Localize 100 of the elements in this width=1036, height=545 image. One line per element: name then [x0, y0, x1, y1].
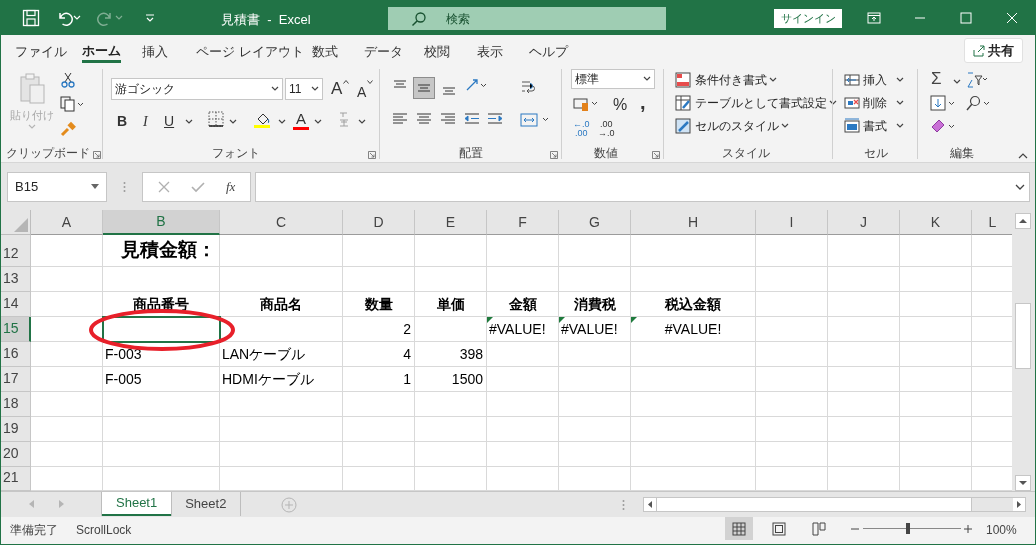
row-header[interactable]: 12 [1, 235, 31, 267]
column-header[interactable]: G [559, 210, 631, 235]
ribbon-tab[interactable]: ファイル [15, 41, 67, 63]
caret-icon[interactable] [311, 86, 319, 92]
increase-indent-icon[interactable] [487, 112, 503, 126]
borders-icon[interactable] [208, 111, 224, 127]
column-header[interactable]: F [487, 210, 559, 235]
dialog-launcher-icon[interactable] [93, 151, 101, 159]
ribbon-tab[interactable]: ヘルプ [529, 41, 568, 63]
scroll-thumb[interactable] [1015, 303, 1032, 369]
ribbon-tab[interactable]: 校閲 [424, 41, 450, 63]
font-size-dropdown[interactable]: 11 [285, 78, 323, 100]
cut-icon[interactable] [61, 72, 75, 88]
ribbon-display-icon[interactable] [867, 12, 881, 24]
ribbon-tab[interactable]: ページ レイアウト [196, 41, 304, 63]
close-icon[interactable] [1006, 12, 1018, 24]
center-align-icon[interactable] [416, 112, 432, 126]
sheet-tab[interactable]: Sheet2 [171, 492, 242, 516]
style-menu-button[interactable]: テーブルとして書式設定 [675, 94, 837, 112]
column-header[interactable]: A [31, 210, 103, 235]
scroll-left-icon[interactable] [644, 498, 656, 511]
percent-button[interactable]: % [613, 96, 628, 114]
column-header[interactable]: J [828, 210, 900, 235]
row-header[interactable]: 21 [1, 467, 31, 491]
name-box[interactable]: B15 [7, 171, 107, 202]
column-header[interactable]: D [343, 210, 415, 235]
caret-icon[interactable] [358, 119, 366, 125]
underline-button[interactable]: U [164, 111, 175, 132]
increase-font-button[interactable]: A [331, 79, 343, 99]
style-menu-button[interactable]: 条件付き書式 [675, 71, 777, 89]
number-format-dropdown[interactable]: 標準 [571, 69, 655, 89]
up-caret-icon[interactable] [343, 80, 349, 84]
ribbon-tab[interactable]: 挿入 [142, 41, 168, 63]
right-align-icon[interactable] [440, 112, 456, 126]
save-icon[interactable] [22, 9, 40, 27]
autosum-button[interactable]: Σ [931, 70, 942, 88]
caret-icon[interactable] [278, 119, 286, 125]
decrease-decimal-button[interactable]: .00 →.0 [598, 120, 615, 138]
clear-icon[interactable] [930, 118, 956, 134]
cells-menu-button[interactable]: 挿入 [844, 71, 904, 89]
row-header[interactable]: 20 [1, 442, 31, 467]
zoom-slider[interactable] [861, 523, 963, 534]
ribbon-tab[interactable]: ホーム [82, 41, 121, 63]
decrease-indent-icon[interactable] [464, 112, 480, 126]
font-name-dropdown[interactable]: 游ゴシック [111, 78, 283, 100]
dialog-launcher-icon[interactable] [550, 151, 558, 159]
cells-menu-button[interactable]: 書式 [844, 117, 904, 135]
column-header[interactable]: L [972, 210, 1013, 235]
italic-button[interactable]: I [143, 111, 148, 132]
formula-input[interactable] [255, 171, 1030, 202]
column-header[interactable]: K [900, 210, 972, 235]
sign-in-button[interactable]: サインイン [774, 9, 842, 28]
find-icon[interactable] [965, 95, 991, 111]
share-button[interactable]: 共有 [964, 38, 1023, 63]
maximize-icon[interactable] [960, 12, 972, 24]
sheet-tab[interactable]: Sheet1 [102, 492, 172, 516]
caret-icon[interactable] [643, 76, 651, 82]
caret-icon[interactable] [953, 79, 961, 85]
ribbon-tab[interactable]: 表示 [477, 41, 503, 63]
left-align-icon[interactable] [392, 112, 408, 126]
view-button[interactable] [725, 517, 753, 540]
row-header[interactable]: 15 [1, 317, 31, 342]
row-header[interactable]: 17 [1, 367, 31, 392]
scroll-down-icon[interactable] [1015, 475, 1032, 491]
caret-icon[interactable] [271, 86, 279, 92]
customize-icon[interactable] [145, 14, 155, 22]
row-header[interactable]: 13 [1, 267, 31, 292]
slider-thumb[interactable] [906, 523, 911, 534]
caret-icon[interactable] [896, 123, 904, 129]
row-header[interactable]: 14 [1, 292, 31, 317]
caret-icon[interactable] [781, 123, 789, 129]
sort-filter-icon[interactable] [966, 72, 988, 88]
comma-button[interactable]: , [640, 93, 646, 111]
bold-button[interactable]: B [117, 111, 128, 132]
caret-icon[interactable] [769, 77, 777, 83]
caret-icon[interactable] [896, 77, 904, 83]
column-header[interactable]: H [631, 210, 756, 235]
wrap-text-icon[interactable] [520, 79, 536, 95]
fill-icon[interactable] [930, 95, 956, 111]
merge-center-icon[interactable] [520, 113, 550, 127]
copy-icon[interactable] [60, 96, 84, 112]
down-caret-icon[interactable] [367, 80, 373, 84]
accounting-format-icon[interactable] [573, 97, 599, 111]
ribbon-tab[interactable]: データ [364, 41, 403, 63]
row-header[interactable]: 18 [1, 392, 31, 417]
scroll-thumb[interactable] [656, 498, 972, 511]
caret-icon[interactable] [185, 119, 193, 125]
caret-icon[interactable] [896, 100, 904, 106]
dialog-launcher-icon[interactable] [652, 151, 660, 159]
insert-function-button[interactable]: fx [226, 176, 236, 197]
style-menu-button[interactable]: セルのスタイル [675, 117, 789, 135]
zoom-in-icon[interactable] [964, 525, 972, 533]
search-field[interactable]: 検索 [388, 7, 666, 30]
font-color-button[interactable]: A [293, 111, 309, 130]
scroll-up-icon[interactable] [1015, 213, 1032, 229]
ribbon-tab[interactable]: 数式 [312, 41, 338, 63]
row-header[interactable]: 19 [1, 417, 31, 442]
check-icon[interactable] [190, 180, 205, 193]
caret-icon[interactable] [229, 119, 237, 125]
scroll-right-icon[interactable] [1013, 498, 1025, 511]
